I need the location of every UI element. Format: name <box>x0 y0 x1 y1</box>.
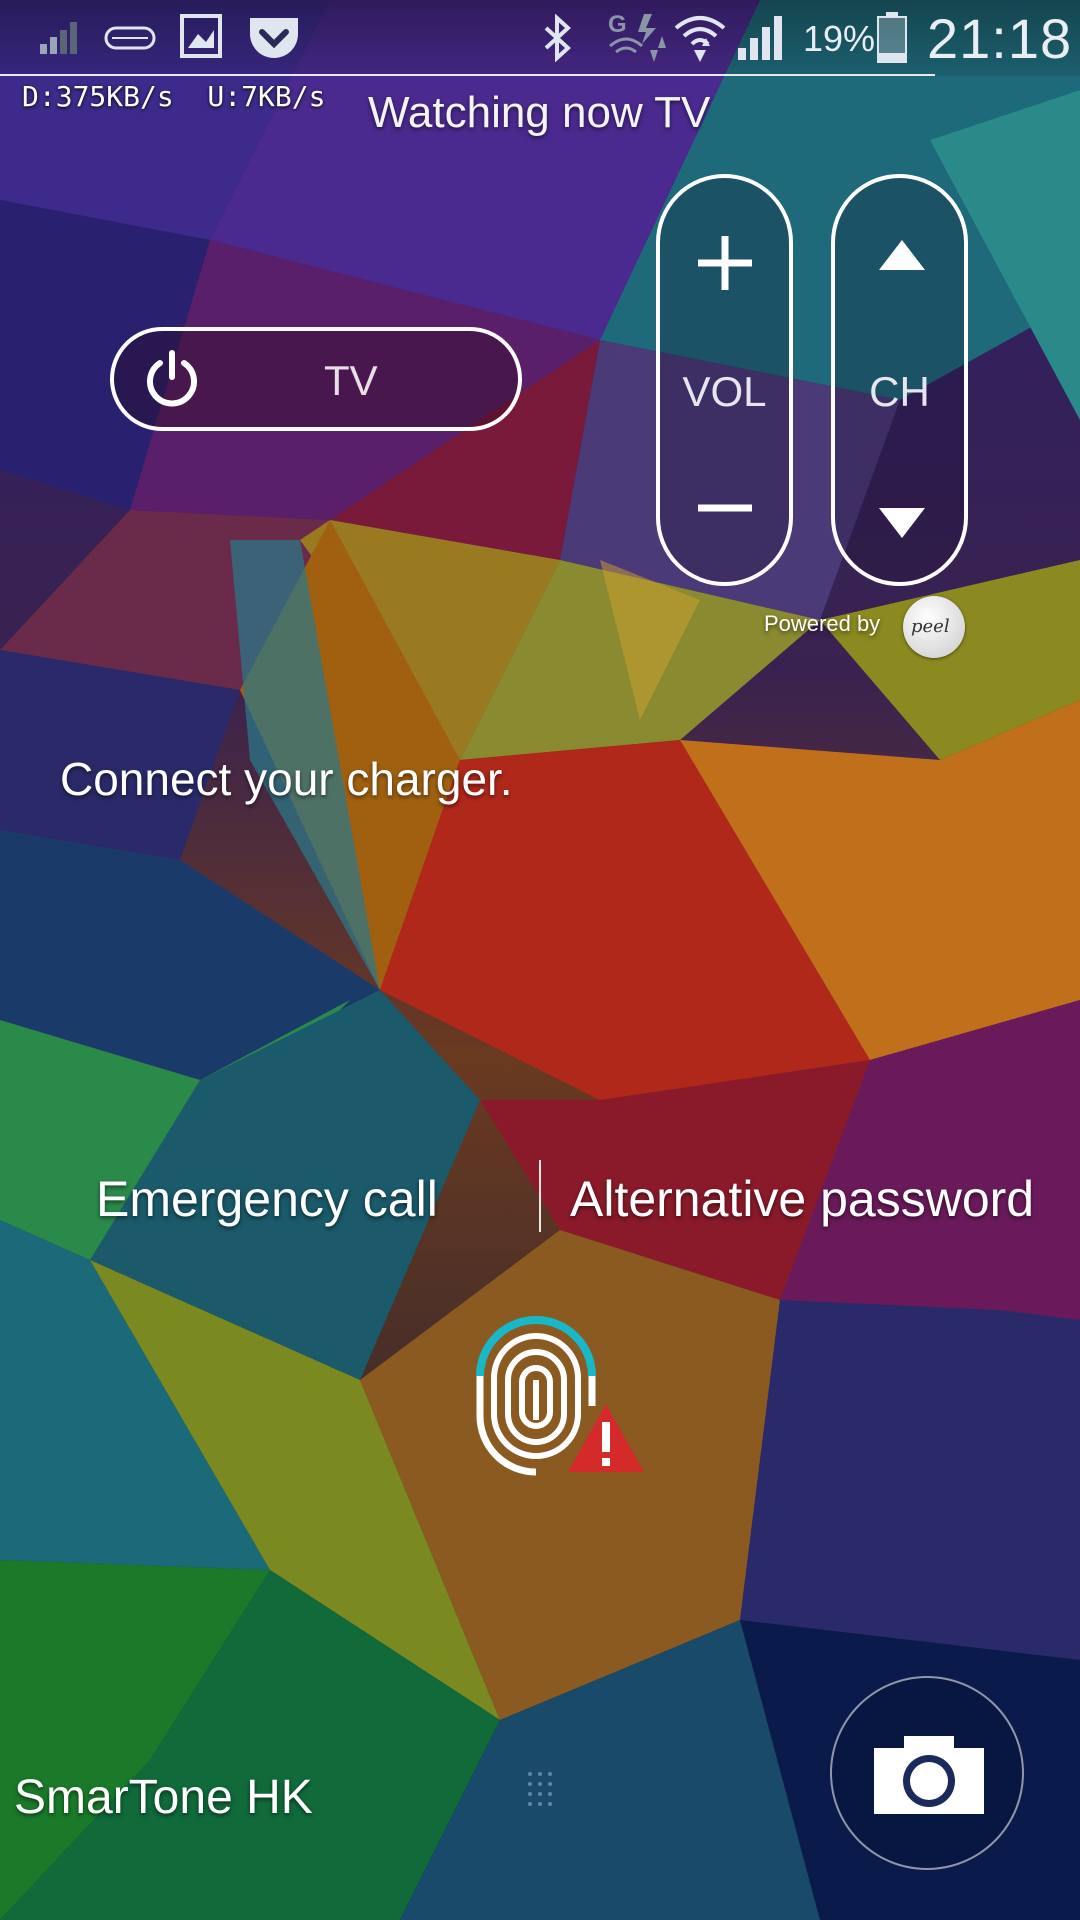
tv-power-button[interactable]: TV <box>110 327 522 431</box>
battery-icon <box>877 12 907 63</box>
gallery-icon <box>180 14 222 58</box>
svg-text:G: G <box>608 11 627 38</box>
powered-by-label: Powered by <box>764 611 881 636</box>
clock: 21:18 <box>927 7 1073 70</box>
power-icon <box>147 350 197 407</box>
home-dots-icon <box>528 1772 552 1806</box>
bluetooth-icon <box>544 14 571 62</box>
battery-percentage: 19% <box>803 18 876 59</box>
channel-control: CH <box>831 174 968 586</box>
alternative-password-link[interactable]: Alternative password <box>570 1170 1034 1228</box>
pocket-icon <box>250 18 298 58</box>
camera-shortcut-button[interactable] <box>830 1676 1024 1870</box>
g-data-icon: G <box>608 11 666 62</box>
volume-down-button[interactable] <box>694 498 756 518</box>
tv-widget-title: Watching now TV <box>368 88 711 137</box>
volume-up-button[interactable] <box>694 232 756 294</box>
emergency-call-link[interactable]: Emergency call <box>96 1170 438 1228</box>
channel-up-button[interactable] <box>877 238 927 272</box>
signal-weak-icon <box>40 22 77 54</box>
status-bar-divider <box>0 74 935 76</box>
charger-message: Connect your charger. <box>60 753 513 805</box>
battery-fill <box>879 53 905 61</box>
volume-control: VOL <box>656 174 793 586</box>
camera-icon <box>874 1736 984 1814</box>
tv-power-label: TV <box>324 357 378 404</box>
cellular-signal-icon <box>738 16 782 60</box>
gamepad-icon <box>104 26 156 50</box>
fingerprint-icon[interactable] <box>470 1296 650 1486</box>
channel-down-button[interactable] <box>877 506 927 540</box>
link-divider <box>539 1160 541 1232</box>
channel-label: CH <box>869 368 930 415</box>
peel-logo-text: peel <box>911 616 950 637</box>
peel-logo[interactable]: peel <box>903 596 965 658</box>
volume-label: VOL <box>682 368 767 415</box>
status-bar: G 19% 21:18 <box>0 0 1080 76</box>
carrier-name: SmarTone HK <box>14 1771 313 1824</box>
wifi-icon <box>674 16 726 62</box>
network-speed: D:375KB/s U:7KB/s <box>22 80 326 113</box>
